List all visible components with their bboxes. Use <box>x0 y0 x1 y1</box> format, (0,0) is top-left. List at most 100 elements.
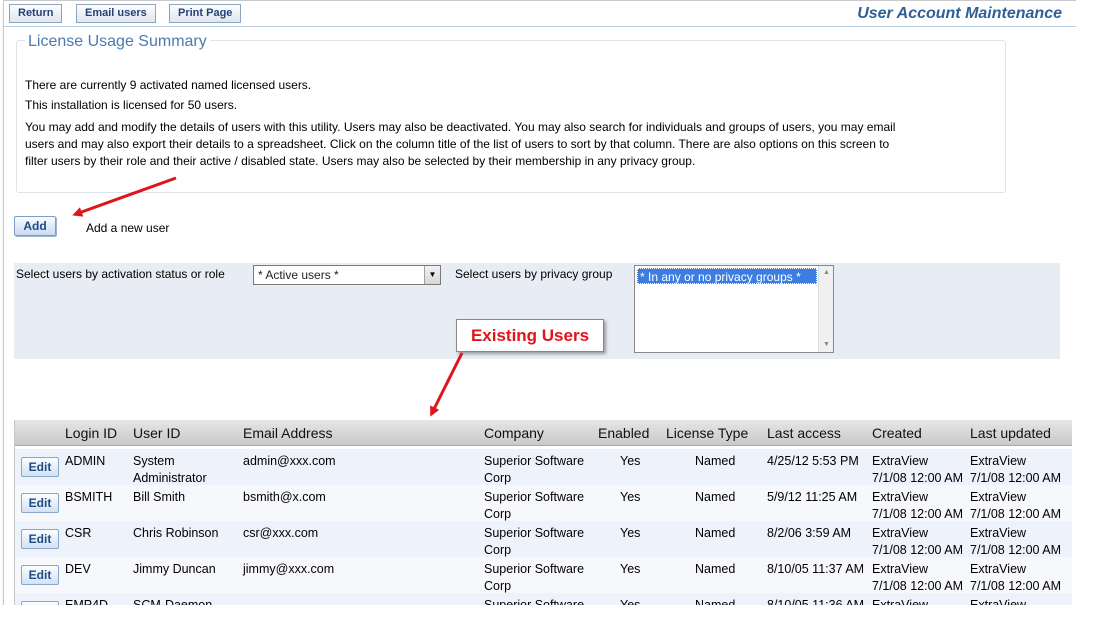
cell-enabled: Yes <box>620 490 641 504</box>
cell-updated-line2: 7/1/08 12:00 AM <box>970 506 1062 521</box>
add-user-button[interactable]: Add <box>14 216 56 236</box>
table-row: Edit ADMIN System Administrator admin@xxx… <box>15 449 1072 485</box>
scroll-down-icon[interactable]: ▼ <box>819 338 834 352</box>
cell-email: csr@xxx.com <box>243 526 319 540</box>
table-row: Edit BSMITH Bill Smith bsmith@x.com Supe… <box>15 485 1072 521</box>
chevron-down-icon[interactable]: ▼ <box>424 266 440 284</box>
scroll-up-icon[interactable]: ▲ <box>819 266 834 280</box>
cell-license-type: Named <box>695 526 736 540</box>
license-summary-legend: License Usage Summary <box>25 33 210 51</box>
cell-company-line1: Superior Software <box>484 454 585 468</box>
license-limit-text: This installation is licensed for 50 use… <box>25 98 238 112</box>
cell-email: admin@xxx.com <box>243 454 336 468</box>
cell-created-line1: ExtraView <box>872 562 929 576</box>
cell-user-id: Jimmy Duncan <box>133 562 216 576</box>
cell-last-access: 5/9/12 11:25 AM <box>767 490 858 504</box>
cell-updated-line2: 7/1/08 12:00 AM <box>970 542 1062 557</box>
cell-created-line2: 7/1/08 12:00 AM <box>872 578 964 593</box>
top-toolbar: Return Email users Print Page User Accou… <box>4 1 1082 27</box>
cell-company: Superior Software Corp <box>484 453 584 486</box>
cell-company: Superior Software Corp <box>484 561 584 594</box>
cell-created: ExtraView 7/1/08 12:00 AM <box>872 561 963 594</box>
cell-created-line1: ExtraView <box>872 454 929 468</box>
cell-user-id-line2: Administrator <box>133 470 207 485</box>
cell-created-line1: ExtraView <box>872 490 929 504</box>
column-header-last-access[interactable]: Last access <box>767 425 841 441</box>
cell-last-access: 4/25/12 5:53 PM <box>767 454 859 468</box>
cell-updated-line2: 7/1/08 12:00 AM <box>970 470 1062 485</box>
cell-user-id: System Administrator <box>133 453 207 486</box>
edit-button[interactable]: Edit <box>21 493 59 513</box>
cell-license-type: Named <box>695 454 736 468</box>
status-role-select-value: * Active users * <box>258 268 339 282</box>
cell-last-updated: ExtraView 7/1/08 12:00 AM <box>970 489 1061 522</box>
cell-created-line2: 7/1/08 12:00 AM <box>872 470 964 485</box>
return-button[interactable]: Return <box>9 4 63 23</box>
cell-user-id-line1: System <box>133 454 175 468</box>
cell-created: ExtraView 7/1/08 12:00 AM <box>872 453 963 486</box>
page-frame: Return Email users Print Page User Accou… <box>3 0 1083 612</box>
cell-created-line1: ExtraView <box>872 526 929 540</box>
column-header-user-id[interactable]: User ID <box>133 425 180 441</box>
column-header-login-id[interactable]: Login ID <box>65 425 117 441</box>
users-table-header: Login ID User ID Email Address Company E… <box>15 420 1072 446</box>
status-role-select[interactable]: * Active users * ▼ <box>253 265 441 285</box>
print-page-button[interactable]: Print Page <box>169 4 242 23</box>
license-usage-summary: License Usage Summary There are currentl… <box>16 33 1006 193</box>
email-users-button[interactable]: Email users <box>76 4 156 23</box>
cell-created-line2: 7/1/08 12:00 AM <box>872 506 964 521</box>
cell-company-line2: Corp <box>484 470 512 485</box>
page-title: User Account Maintenance <box>857 5 1062 22</box>
cell-updated-line1: ExtraView <box>970 454 1027 468</box>
cell-last-updated: ExtraView 7/1/08 12:00 AM <box>970 525 1061 558</box>
users-table: Login ID User ID Email Address Company E… <box>14 420 1072 611</box>
cell-company-line1: Superior Software <box>484 526 585 540</box>
status-filter-label: Select users by activation status or rol… <box>16 267 225 281</box>
torn-edge-bottom <box>0 605 1099 629</box>
cell-user-id: Chris Robinson <box>133 526 219 540</box>
cell-last-updated: ExtraView 7/1/08 12:00 AM <box>970 453 1061 486</box>
listbox-scrollbar[interactable]: ▲ ▼ <box>818 266 833 352</box>
cell-email: jimmy@xxx.com <box>243 562 335 576</box>
cell-created: ExtraView 7/1/08 12:00 AM <box>872 525 963 558</box>
column-header-enabled[interactable]: Enabled <box>598 425 649 441</box>
cell-updated-line2: 7/1/08 12:00 AM <box>970 578 1062 593</box>
cell-created: ExtraView 7/1/08 12:00 AM <box>872 489 963 522</box>
cell-enabled: Yes <box>620 562 641 576</box>
column-header-created[interactable]: Created <box>872 425 922 441</box>
privacy-group-option-selected[interactable]: * In any or no privacy groups * <box>637 268 817 284</box>
add-user-description: Add a new user <box>86 221 170 235</box>
column-header-company[interactable]: Company <box>484 425 544 441</box>
cell-company-line1: Superior Software <box>484 490 585 504</box>
cell-updated-line1: ExtraView <box>970 526 1027 540</box>
cell-login-id: BSMITH <box>65 490 113 504</box>
privacy-group-listbox[interactable]: * In any or no privacy groups * ▲ ▼ <box>634 265 834 353</box>
cell-enabled: Yes <box>620 454 641 468</box>
cell-company: Superior Software Corp <box>484 525 584 558</box>
cell-user-id: Bill Smith <box>133 490 186 504</box>
edit-button[interactable]: Edit <box>21 529 59 549</box>
cell-company: Superior Software Corp <box>484 489 584 522</box>
cell-company-line2: Corp <box>484 506 512 521</box>
instructions-line-2: users and may also export their details … <box>25 137 890 151</box>
arrow-to-user-table <box>430 352 464 417</box>
edit-button[interactable]: Edit <box>21 457 59 477</box>
column-header-license-type[interactable]: License Type <box>666 425 748 441</box>
cell-company-line1: Superior Software <box>484 562 585 576</box>
cell-email: bsmith@x.com <box>243 490 326 504</box>
edit-button[interactable]: Edit <box>21 565 59 585</box>
column-header-last-updated[interactable]: Last updated <box>970 425 1051 441</box>
table-row: Edit DEV Jimmy Duncan jimmy@xxx.com Supe… <box>15 557 1072 593</box>
cell-last-updated: ExtraView 7/1/08 12:00 AM <box>970 561 1061 594</box>
existing-users-callout: Existing Users <box>456 319 604 352</box>
cell-last-access: 8/10/05 11:37 AM <box>767 562 865 576</box>
cell-license-type: Named <box>695 562 736 576</box>
cell-license-type: Named <box>695 490 736 504</box>
cell-login-id: CSR <box>65 526 92 540</box>
torn-edge-right <box>1076 0 1099 629</box>
cell-updated-line1: ExtraView <box>970 490 1027 504</box>
cell-last-access: 8/2/06 3:59 AM <box>767 526 852 540</box>
cell-enabled: Yes <box>620 526 641 540</box>
instructions-line-1: You may add and modify the details of us… <box>25 120 896 134</box>
column-header-email[interactable]: Email Address <box>243 425 332 441</box>
